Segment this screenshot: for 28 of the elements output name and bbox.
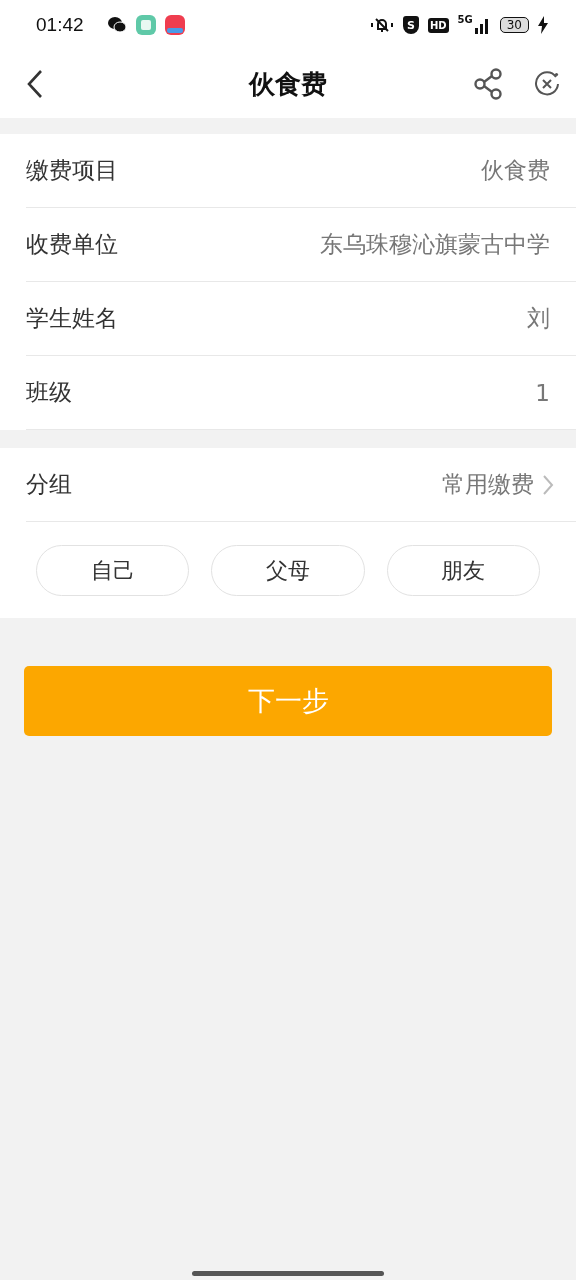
field-label: 分组 — [26, 470, 72, 499]
back-icon[interactable] — [26, 69, 44, 99]
field-label: 班级 — [26, 378, 72, 407]
group-chip[interactable]: 朋友 — [386, 545, 540, 596]
field-label: 缴费项目 — [26, 156, 118, 185]
group-chip[interactable]: 父母 — [211, 545, 365, 596]
chat-app-icon — [106, 16, 127, 34]
group-value[interactable]: 常用缴费 — [442, 469, 534, 500]
shield-icon: S — [402, 16, 419, 34]
field-label: 收费单位 — [26, 230, 118, 259]
share-icon[interactable] — [474, 68, 504, 100]
network-label: 5G — [457, 14, 473, 25]
field-value: 刘 — [527, 304, 550, 333]
battery-level: 30 — [499, 17, 529, 33]
field-value: 东乌珠穆沁旗蒙古中学 — [320, 230, 550, 259]
mute-bell-icon — [369, 16, 394, 34]
signal-icon — [474, 16, 491, 34]
page-title: 伙食费 — [249, 67, 327, 101]
close-icon[interactable] — [534, 71, 560, 97]
field-value: 1 — [535, 379, 550, 406]
app-icon — [164, 15, 185, 35]
field-value: 伙食费 — [481, 156, 550, 185]
charging-icon — [538, 16, 548, 34]
app-icon — [135, 15, 156, 35]
field-label: 学生姓名 — [26, 304, 118, 333]
group-chip[interactable]: 自己 — [36, 545, 190, 596]
hd-badge: HD — [427, 17, 449, 33]
status-time: 01:42 — [36, 14, 84, 36]
